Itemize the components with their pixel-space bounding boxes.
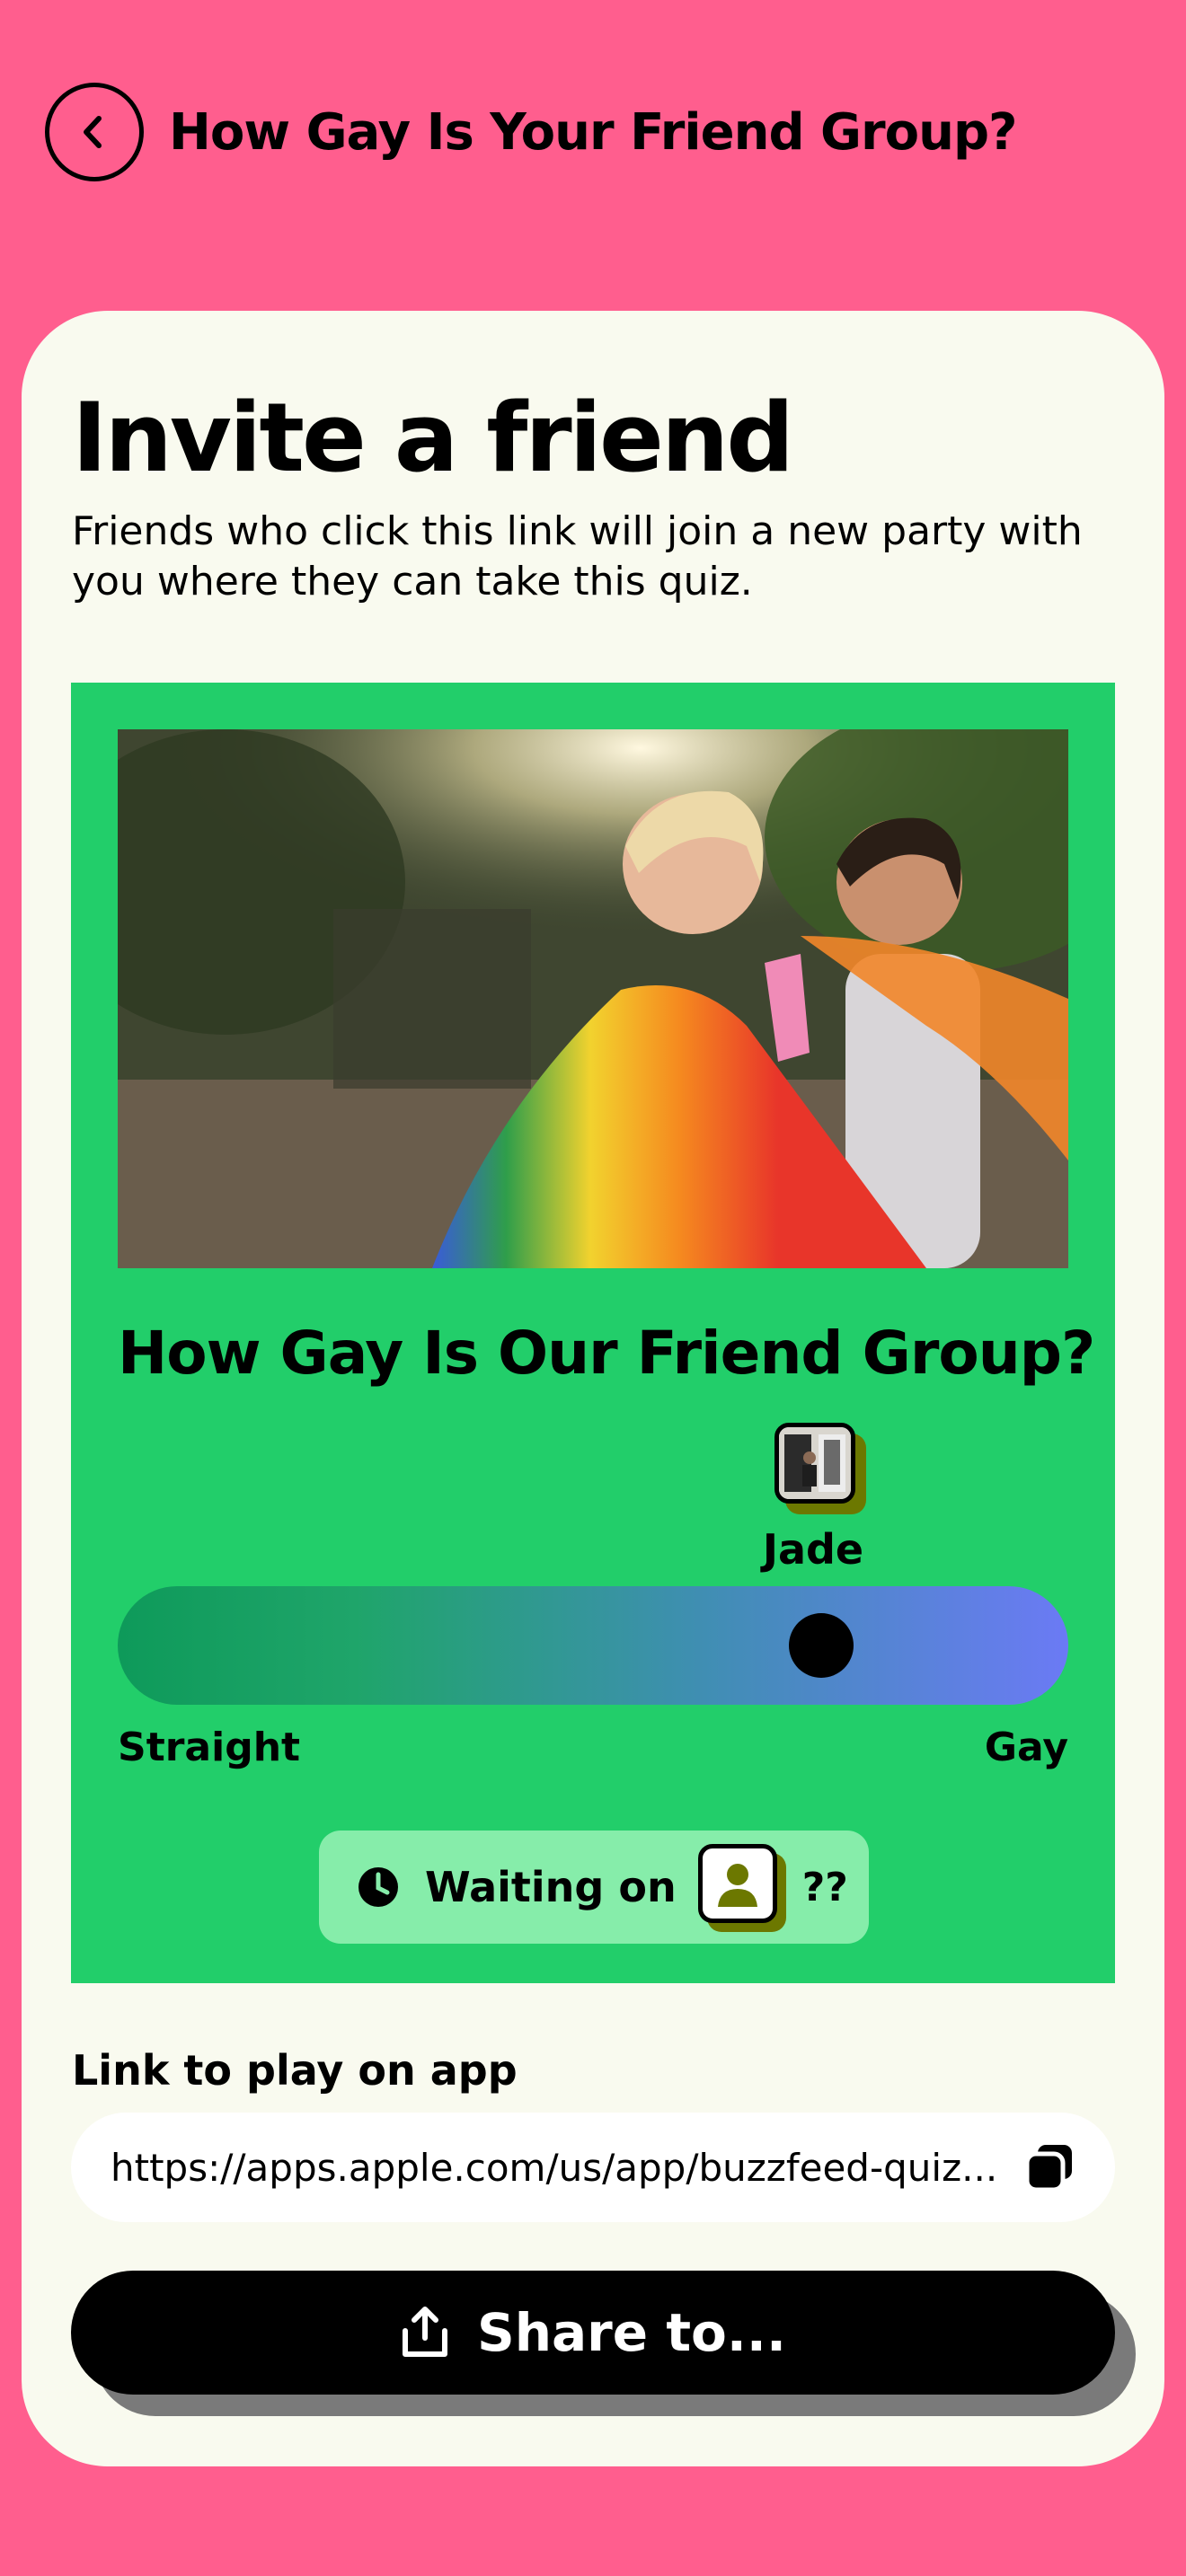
meter-label-gay: Gay	[984, 1725, 1068, 1770]
waiting-status: Waiting on ??	[319, 1831, 869, 1944]
waiting-label: Waiting on	[425, 1863, 677, 1911]
header: How Gay Is Your Friend Group?	[45, 83, 1141, 181]
clock-icon	[358, 1867, 398, 1907]
back-button[interactable]	[45, 83, 144, 181]
link-field[interactable]	[71, 2113, 1115, 2222]
waiting-unknown: ??	[801, 1864, 848, 1910]
link-label: Link to play on app	[72, 2046, 518, 2095]
chevron-left-icon	[84, 116, 102, 148]
participant-avatar[interactable]	[774, 1423, 866, 1514]
person-icon	[717, 1864, 757, 1907]
participant-name: Jade	[762, 1525, 864, 1574]
share-button[interactable]: Share to...	[71, 2271, 1115, 2395]
meter-knob[interactable]	[788, 1613, 854, 1678]
meter-label-straight: Straight	[118, 1725, 301, 1770]
pending-friend-avatar	[697, 1844, 786, 1932]
page-title: How Gay Is Your Friend Group?	[169, 102, 1018, 162]
card-subtitle: Friends who click this link will join a …	[72, 508, 1083, 604]
link-input[interactable]	[111, 2145, 1005, 2190]
share-label: Share to...	[476, 2302, 786, 2363]
result-meter	[118, 1586, 1068, 1705]
share-icon	[402, 2307, 447, 2357]
quiz-preview-panel: How Gay Is Our Friend Group? Jade Straig…	[71, 683, 1115, 1983]
card-title: Invite a friend	[72, 383, 794, 493]
invite-card: Invite a friend Friends who click this l…	[22, 311, 1164, 2466]
quiz-cover-image	[118, 729, 1068, 1268]
copy-icon[interactable]	[1023, 2141, 1075, 2193]
quiz-title: How Gay Is Our Friend Group?	[118, 1319, 1095, 1388]
